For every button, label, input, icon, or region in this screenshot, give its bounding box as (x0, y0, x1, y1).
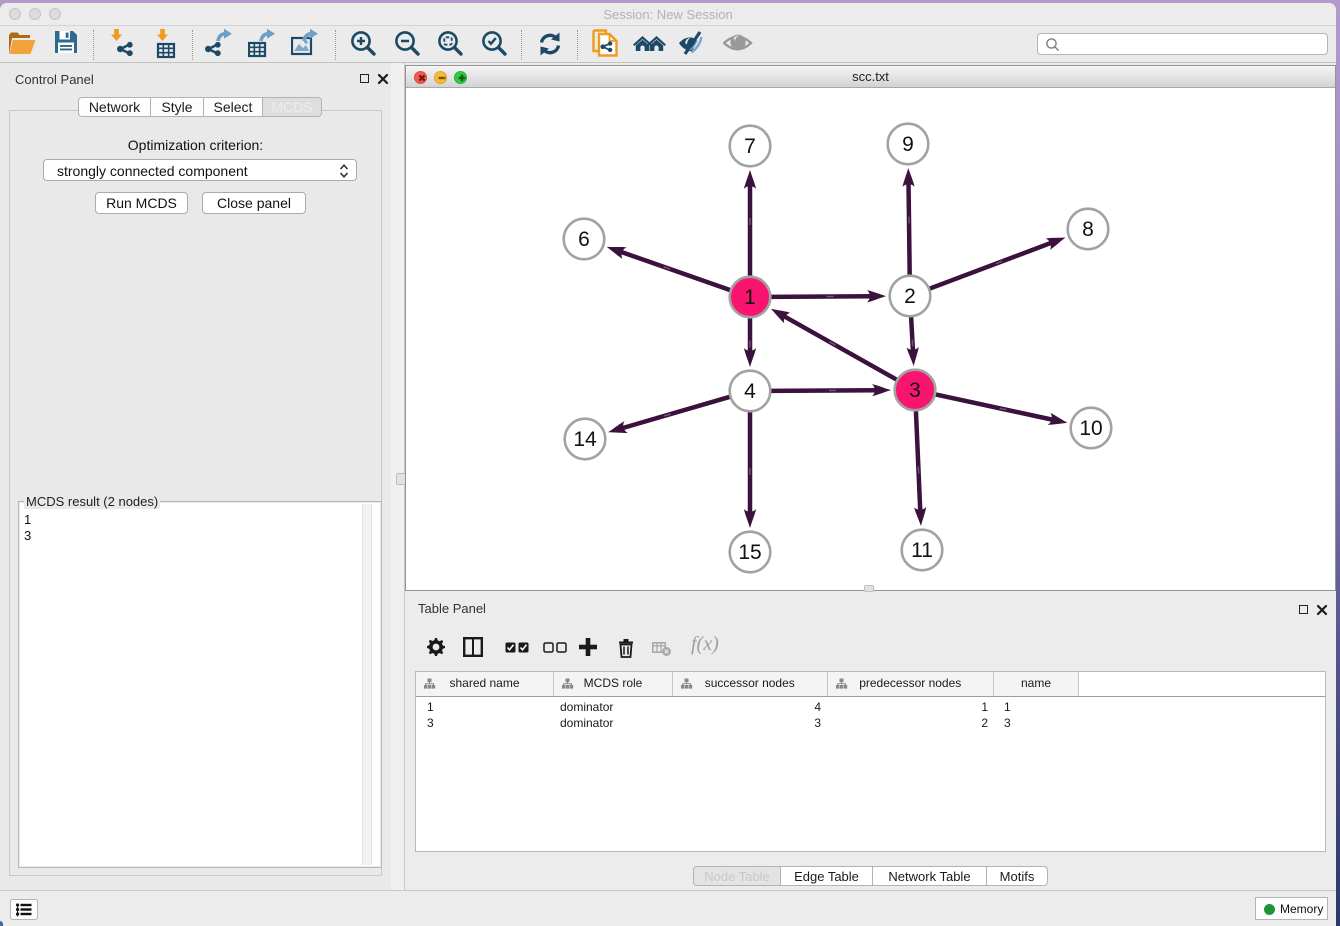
svg-text:3: 3 (909, 379, 921, 402)
svg-text:4: 4 (744, 380, 756, 403)
svg-text:2: 2 (904, 285, 916, 308)
svg-text:15: 15 (738, 541, 761, 564)
svg-text:8: 8 (1082, 218, 1094, 241)
svg-text:10: 10 (1079, 417, 1102, 440)
svg-text:1: 1 (744, 286, 756, 309)
svg-text:11: 11 (911, 539, 933, 562)
svg-text:7: 7 (744, 135, 756, 158)
svg-text:9: 9 (902, 133, 914, 156)
svg-text:14: 14 (573, 428, 597, 451)
svg-text:6: 6 (578, 228, 590, 251)
